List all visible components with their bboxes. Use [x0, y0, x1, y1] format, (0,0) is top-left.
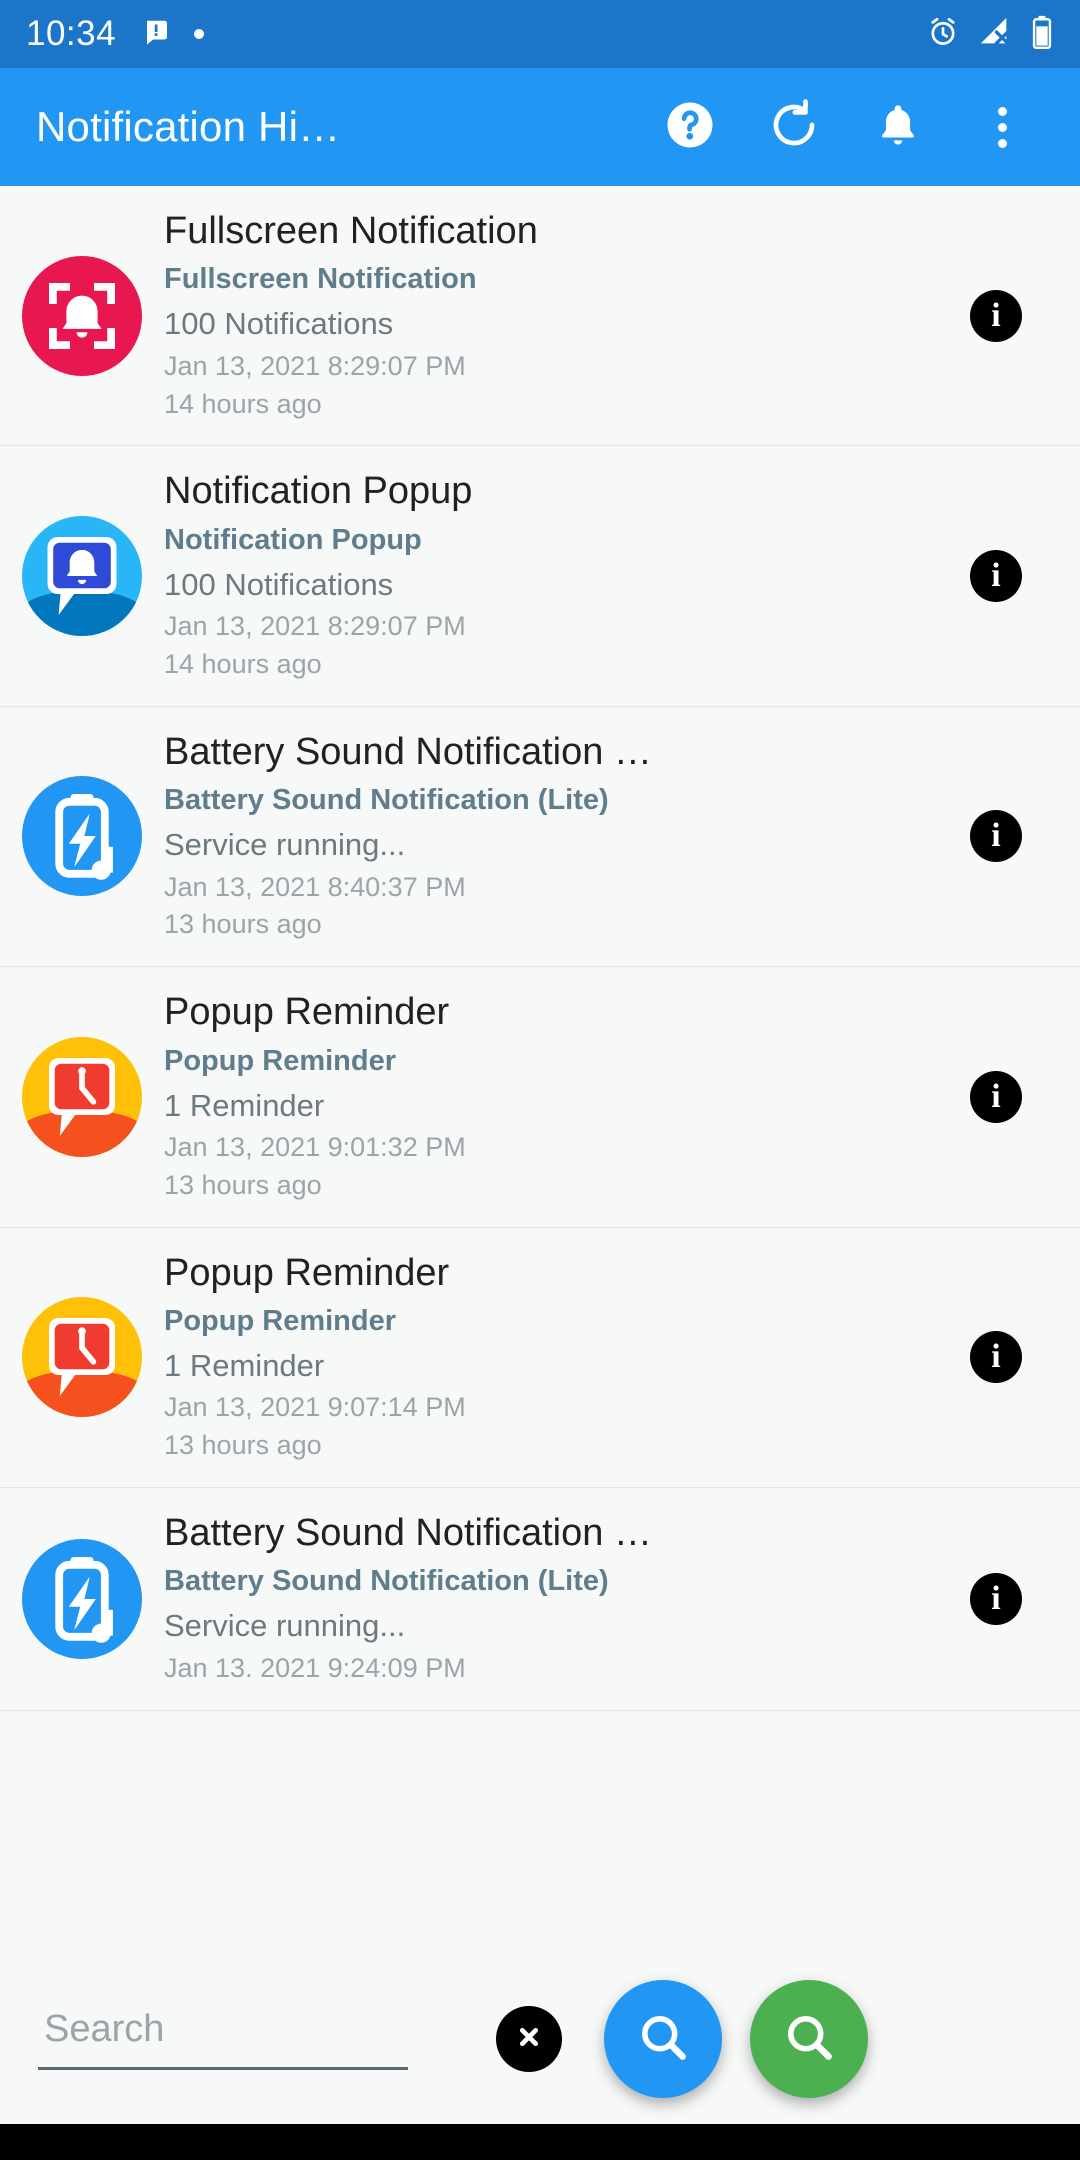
list-item-date: Jan 13, 2021 8:40:37 PM — [164, 871, 466, 902]
list-item-relative-time: 13 hours ago — [164, 909, 322, 940]
fullscreen-bell-icon — [22, 255, 142, 376]
search-icon — [635, 2009, 691, 2070]
list-item-app-name: Battery Sound Notification (Lite) — [164, 1565, 609, 1598]
list-item-title: Popup Reminder — [164, 991, 450, 1034]
search-input[interactable] — [38, 2008, 408, 2070]
status-bar: 10:34 — [0, 0, 1080, 68]
list-item-relative-time: 14 hours ago — [164, 388, 322, 419]
message-icon — [142, 17, 172, 52]
info-button[interactable]: i — [970, 1070, 1022, 1123]
list-item-app-name: Fullscreen Notification — [164, 263, 477, 296]
app-icon-container — [0, 1297, 164, 1418]
list-item-relative-time: 13 hours ago — [164, 1430, 322, 1461]
status-bar-system-icons — [926, 15, 1054, 54]
search-icon — [781, 2009, 837, 2070]
status-bar-clock: 10:34 — [26, 14, 117, 53]
search-fab-green[interactable] — [750, 1980, 868, 2098]
notification-history-list[interactable]: Fullscreen Notification Fullscreen Notif… — [0, 186, 1080, 2160]
bell-icon — [873, 100, 923, 155]
list-item-date: Jan 13. 2021 9:24:09 PM — [164, 1652, 466, 1683]
status-bar-notification-icons — [142, 17, 205, 52]
app-screen: 10:34 Notification Hi… Fullscreen Notifi… — [0, 0, 1080, 2160]
list-item-count: 1 Reminder — [164, 1087, 325, 1123]
list-item-date: Jan 13, 2021 9:07:14 PM — [164, 1392, 466, 1423]
list-item[interactable]: Popup Reminder Popup Reminder 1 Reminder… — [0, 1228, 1080, 1488]
list-item[interactable]: Notification Popup Notification Popup 10… — [0, 446, 1080, 707]
list-item-title: Battery Sound Notification (Lit… — [164, 730, 664, 773]
list-item-text: Fullscreen Notification Fullscreen Notif… — [164, 208, 970, 423]
list-item-app-name: Notification Popup — [164, 523, 422, 556]
list-item-app-name: Battery Sound Notification (Lite) — [164, 784, 609, 817]
navigation-bar — [0, 2124, 1080, 2160]
refresh-button[interactable] — [742, 75, 846, 179]
list-item[interactable]: Battery Sound Notification (Lit… Battery… — [0, 707, 1080, 968]
list-item-count: 1 Reminder — [164, 1347, 325, 1383]
list-item-text: Notification Popup Notification Popup 10… — [164, 468, 970, 683]
app-icon-container — [0, 1036, 164, 1157]
overflow-menu-button[interactable] — [950, 75, 1054, 179]
search-field-container — [38, 2008, 408, 2070]
list-item-app-name: Popup Reminder — [164, 1044, 397, 1077]
search-fab-blue[interactable] — [604, 1980, 722, 2098]
list-item-text: Battery Sound Notification (Lit… Battery… — [164, 729, 970, 944]
signal-off-icon — [978, 15, 1012, 54]
reminder-clock-icon — [22, 1297, 142, 1418]
battery-sound-icon — [22, 1538, 142, 1659]
info-button[interactable]: i — [970, 1331, 1022, 1384]
refresh-icon — [767, 98, 821, 157]
battery-sound-icon — [22, 776, 142, 897]
list-item-relative-time: 13 hours ago — [164, 1169, 322, 1200]
list-item[interactable]: Fullscreen Notification Fullscreen Notif… — [0, 186, 1080, 447]
list-item-count: Service running... — [164, 827, 406, 863]
popup-bell-icon — [22, 516, 142, 637]
help-icon — [663, 98, 717, 157]
list-item-date: Jan 13, 2021 8:29:07 PM — [164, 350, 466, 381]
list-item-title: Fullscreen Notification — [164, 210, 538, 252]
list-item-relative-time: 14 hours ago — [164, 648, 322, 679]
dot-icon — [194, 29, 205, 39]
list-item-count: 100 Notifications — [164, 306, 394, 342]
list-item-date: Jan 13, 2021 9:01:32 PM — [164, 1131, 466, 1162]
page-title: Notification Hi… — [36, 103, 341, 150]
app-bar: Notification Hi… — [0, 68, 1080, 186]
list-item-count: 100 Notifications — [164, 566, 394, 602]
app-bar-actions — [638, 75, 1054, 179]
list-item-count: Service running... — [164, 1608, 406, 1644]
notifications-button[interactable] — [846, 75, 950, 179]
app-icon-container — [0, 255, 164, 376]
list-item-text: Battery Sound Notification (Lit… Battery… — [164, 1510, 970, 1688]
overflow-menu-icon — [997, 106, 1007, 148]
list-item[interactable]: Battery Sound Notification (Lit… Battery… — [0, 1488, 1080, 1711]
list-item-title: Notification Popup — [164, 470, 473, 513]
app-icon-container — [0, 776, 164, 897]
list-item-date: Jan 13, 2021 8:29:07 PM — [164, 611, 466, 642]
list-item-title: Popup Reminder — [164, 1251, 450, 1294]
list-item-title: Battery Sound Notification (Lit… — [164, 1511, 664, 1554]
bottom-search-bar — [0, 1954, 1080, 2124]
info-button[interactable]: i — [970, 1572, 1022, 1625]
close-icon — [509, 2017, 549, 2062]
app-icon-container — [0, 516, 164, 637]
help-button[interactable] — [638, 75, 742, 179]
reminder-clock-icon — [22, 1036, 142, 1157]
info-button[interactable]: i — [970, 550, 1022, 603]
app-icon-container — [0, 1538, 164, 1659]
list-item[interactable]: Popup Reminder Popup Reminder 1 Reminder… — [0, 967, 1080, 1228]
list-item-text: Popup Reminder Popup Reminder 1 Reminder… — [164, 1250, 970, 1465]
list-item-app-name: Popup Reminder — [164, 1304, 397, 1337]
info-button[interactable]: i — [970, 810, 1022, 863]
battery-icon — [1030, 15, 1054, 54]
list-item-text: Popup Reminder Popup Reminder 1 Reminder… — [164, 989, 970, 1204]
clear-search-button[interactable] — [496, 2006, 562, 2072]
alarm-icon — [926, 15, 960, 54]
info-button[interactable]: i — [970, 289, 1022, 342]
